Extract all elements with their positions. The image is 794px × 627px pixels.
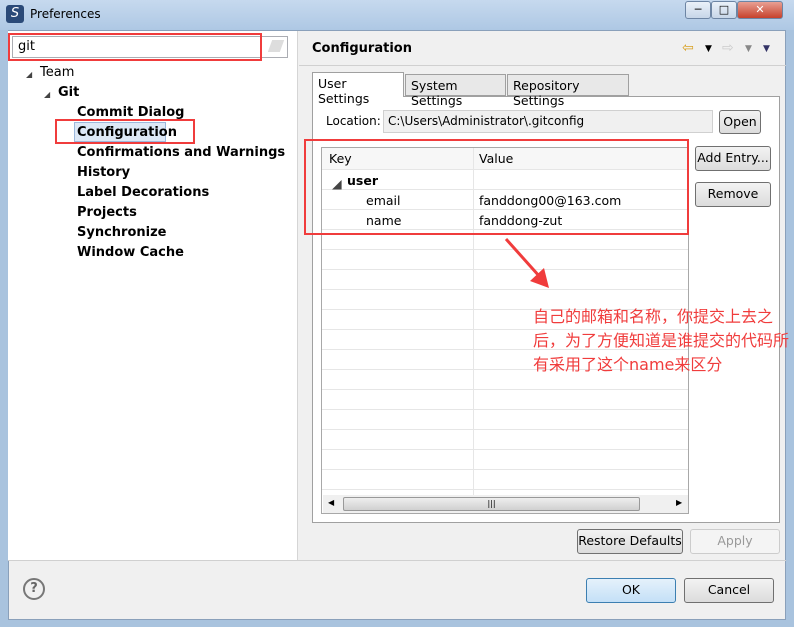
tree-item-window-cache[interactable]: Window Cache — [77, 245, 184, 260]
annotation-arrow — [504, 237, 549, 288]
apply-button[interactable]: Apply — [690, 529, 780, 554]
tree-item-team[interactable]: Team — [40, 65, 74, 80]
table-row[interactable] — [322, 470, 688, 490]
location-field[interactable]: C:\Users\Administrator\.gitconfig — [383, 110, 713, 133]
divider — [299, 65, 786, 66]
table-row[interactable] — [322, 390, 688, 410]
table-row[interactable] — [322, 410, 688, 430]
add-entry-button[interactable]: Add Entry... — [695, 146, 771, 171]
tree-item-label-decorations[interactable]: Label Decorations — [77, 185, 209, 200]
scroll-left-icon[interactable]: ◀ — [328, 498, 334, 507]
annotation-box — [304, 139, 689, 235]
back-menu-icon[interactable]: ▼ — [705, 44, 712, 54]
tab-user-settings[interactable]: User Settings — [312, 72, 404, 106]
tree-item-confirmations-and-warnings[interactable]: Confirmations and Warnings — [77, 145, 285, 160]
minimize-button[interactable]: ─ — [685, 1, 711, 19]
scroll-right-icon[interactable]: ▶ — [676, 498, 682, 507]
view-menu-icon[interactable]: ▼ — [763, 44, 770, 54]
horizontal-scrollbar[interactable]: ◀ ||| ▶ — [323, 495, 688, 513]
title-bar — [0, 0, 794, 30]
tree-item-history[interactable]: History — [77, 165, 130, 180]
help-icon[interactable]: ? — [23, 578, 45, 600]
maximize-button[interactable]: □ — [711, 1, 737, 19]
ok-button[interactable]: OK — [586, 578, 676, 603]
scroll-thumb[interactable]: ||| — [343, 497, 640, 511]
tree-item-projects[interactable]: Projects — [77, 205, 137, 220]
table-row[interactable] — [322, 430, 688, 450]
location-label: Location: — [326, 114, 381, 128]
tree-item-git[interactable]: Git — [58, 85, 79, 100]
annotation-box — [8, 33, 262, 61]
tree-item-commit-dialog[interactable]: Commit Dialog — [77, 105, 184, 120]
tab-system-settings[interactable]: System Settings — [405, 74, 506, 108]
expand-toggle-icon[interactable]: ◢ — [44, 90, 50, 99]
divider — [8, 560, 786, 561]
forward-arrow-icon[interactable]: ⇨ — [722, 40, 734, 56]
app-icon: S — [6, 5, 24, 23]
remove-button[interactable]: Remove — [695, 182, 771, 207]
forward-menu-icon[interactable]: ▼ — [745, 44, 752, 54]
table-row[interactable] — [322, 450, 688, 470]
restore-defaults-button[interactable]: Restore Defaults — [577, 529, 683, 554]
annotation-box — [55, 119, 195, 144]
tab-repository-settings[interactable]: Repository Settings — [507, 74, 629, 108]
window-title: Preferences — [30, 7, 101, 21]
page-title: Configuration — [312, 41, 412, 56]
close-button[interactable]: ✕ — [737, 1, 783, 19]
cancel-button[interactable]: Cancel — [684, 578, 774, 603]
annotation-note: 自己的邮箱和名称，你提交上去之后，为了方便知道是谁提交的代码所有采用了这个nam… — [533, 307, 790, 374]
expand-toggle-icon[interactable]: ◢ — [26, 70, 32, 79]
back-arrow-icon[interactable]: ⇦ — [682, 40, 694, 56]
open-button[interactable]: Open — [719, 110, 761, 134]
tree-item-synchronize[interactable]: Synchronize — [77, 225, 167, 240]
